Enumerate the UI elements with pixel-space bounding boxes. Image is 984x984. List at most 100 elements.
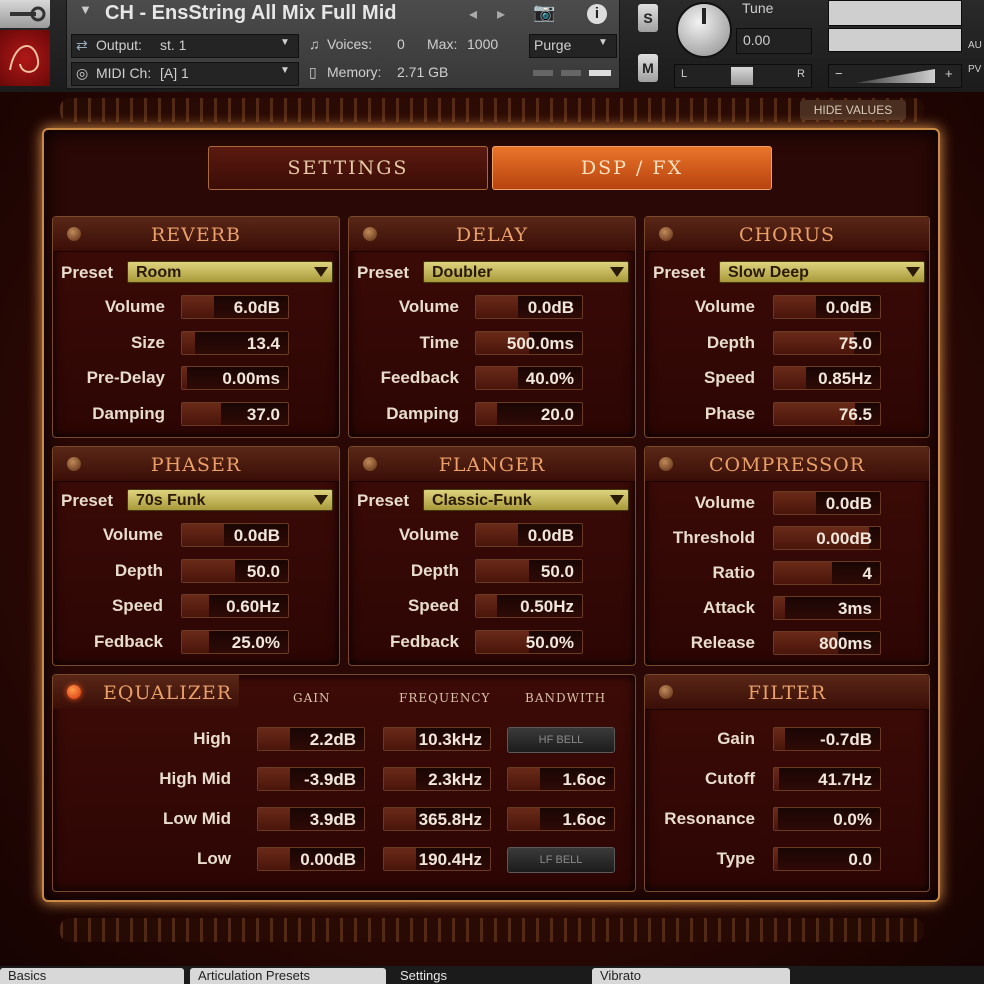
phaser-param-slider[interactable]: 50.0 [181,558,289,583]
flanger-title: FLANGER [438,454,546,476]
chorus-param-slider[interactable]: 0.85Hz [773,366,881,390]
tab-settings[interactable]: SETTINGS [208,146,488,190]
eq-frequency-value: 10.3kHz [418,730,482,749]
volume-slider[interactable]: − + [828,64,962,88]
slider-fill [476,367,519,389]
max-voices-value[interactable]: 1000 [467,36,498,52]
compressor-param-slider[interactable]: 0.00dB [773,526,881,550]
compressor-title: COMPRESSOR [708,454,866,476]
delay-param-slider[interactable]: 500.0ms [475,330,583,355]
purge-dropdown[interactable]: Purge ▼ [529,34,617,58]
delay-preset-dropdown[interactable]: Doubler [423,261,629,283]
eq-frequency-slider[interactable]: 10.3kHz [383,727,491,751]
phaser-preset-dropdown[interactable]: 70s Funk [127,489,333,511]
reverb-param-slider[interactable]: 6.0dB [181,295,289,319]
phaser-title: PHASER [150,454,242,476]
solo-button[interactable]: S [638,4,658,32]
phaser-param-slider[interactable]: 0.0dB [181,523,289,547]
compressor-param-slider[interactable]: 4 [773,561,881,585]
info-icon[interactable]: i [587,4,607,24]
tab-settings-bottom[interactable]: Settings [392,968,588,984]
output-dropdown[interactable]: ⇄ Output: st. 1 ▼ [71,34,299,58]
filter-param-slider[interactable]: 0.0 [773,847,881,871]
compressor-param-slider[interactable]: 0.0dB [773,491,881,515]
eq-gain-slider[interactable]: 3.9dB [257,807,365,831]
tab-dsp-fx[interactable]: DSP / FX [492,146,772,190]
compressor-param-slider[interactable]: 3ms [773,596,881,620]
flanger-param-slider[interactable]: 0.50Hz [475,594,583,618]
chevron-down-icon [906,267,920,277]
eq-frequency-slider[interactable]: 190.4Hz [383,847,491,871]
chorus-param-slider[interactable]: 76.5 [773,401,881,426]
mute-button[interactable]: M [638,54,658,82]
slider-fill [476,524,519,546]
eq-bandwidth-slider[interactable]: 1.6oc [507,807,615,831]
compressor-header: COMPRESSOR [645,447,929,482]
tab-vibrato[interactable]: Vibrato [592,968,790,984]
reverb-param-slider[interactable]: 37.0 [181,401,289,426]
compressor-param-slider[interactable]: 800ms [773,631,881,655]
reverb-param-value: 6.0dB [233,298,280,317]
filter-param-slider[interactable]: 0.0% [773,807,881,831]
flanger-param-slider[interactable]: 50.0% [475,629,583,654]
eq-gain-value: 3.9dB [309,810,356,829]
delay-header: DELAY [349,217,635,252]
slider-fill [774,492,817,514]
prev-instrument-icon[interactable]: ◂ [469,4,477,24]
instrument-name[interactable]: CH - EnsString All Mix Full Mid [105,2,396,25]
filter-param-slider[interactable]: 41.7Hz [773,767,881,791]
next-instrument-icon[interactable]: ▸ [497,4,505,24]
flanger-param-slider[interactable]: 50.0 [475,558,583,583]
phaser-param-label: Speed [111,596,163,615]
reverb-param-slider[interactable]: 13.4 [181,330,289,355]
delay-param-value: 0.0dB [527,298,574,317]
tune-value-box[interactable]: 0.00 [736,28,812,54]
equalizer-power-knob[interactable] [67,685,81,699]
eq-gain-slider[interactable]: 0.00dB [257,847,365,871]
compressor-param-label: Release [690,633,755,652]
pan-handle[interactable] [731,67,753,85]
eq-bell-toggle[interactable]: HF BELL [507,727,615,753]
tune-knob[interactable] [676,2,732,58]
chorus-param-slider[interactable]: 75.0 [773,330,881,355]
flanger-preset-value: Classic-Funk [432,492,532,509]
slider-fill [258,768,290,790]
eq-bell-toggle[interactable]: LF BELL [507,847,615,873]
eq-frequency-slider[interactable]: 2.3kHz [383,767,491,791]
reverb-param-label: Pre-Delay [86,368,165,387]
phaser-param-value: 0.0dB [233,526,280,545]
eq-frequency-value: 190.4Hz [418,850,482,869]
chorus-param-slider[interactable]: 0.0dB [773,295,881,319]
eq-frequency-slider[interactable]: 365.8Hz [383,807,491,831]
flanger-preset-dropdown[interactable]: Classic-Funk [423,489,629,511]
chorus-param-value: 0.85Hz [818,369,872,388]
collapse-icon[interactable]: ▼ [79,2,92,17]
midi-channel-dropdown[interactable]: ◎ MIDI Ch: [A] 1 ▼ [71,62,299,86]
slider-fill [258,728,290,750]
eq-gain-slider[interactable]: -3.9dB [257,767,365,791]
filter-param-value: -0.7dB [820,730,872,749]
slider-fill [258,848,290,870]
delay-param-slider[interactable]: 0.0dB [475,295,583,319]
pan-slider[interactable]: L R [674,64,812,88]
hide-values-button[interactable]: HIDE VALUES [800,100,906,120]
filter-param-slider[interactable]: -0.7dB [773,727,881,751]
wrench-icon[interactable] [0,0,50,28]
delay-param-slider[interactable]: 20.0 [475,401,583,426]
phaser-param-slider[interactable]: 0.60Hz [181,594,289,618]
tab-basics[interactable]: Basics [0,968,184,984]
eq-gain-slider[interactable]: 2.2dB [257,727,365,751]
eq-bandwidth-slider[interactable]: 1.6oc [507,767,615,791]
reverb-param-slider[interactable]: 0.00ms [181,366,289,390]
tab-articulation-presets[interactable]: Articulation Presets [190,968,386,984]
equalizer-title: EQUALIZER [103,682,233,704]
chorus-preset-dropdown[interactable]: Slow Deep [719,261,925,283]
level-meter-segment [533,70,553,76]
chorus-title: CHORUS [738,224,836,246]
reverb-preset-dropdown[interactable]: Room [127,261,333,283]
camera-icon[interactable]: 📷 [533,2,555,23]
pan-left-label: L [681,68,688,80]
phaser-param-slider[interactable]: 25.0% [181,629,289,654]
flanger-param-slider[interactable]: 0.0dB [475,523,583,547]
delay-param-slider[interactable]: 40.0% [475,366,583,390]
